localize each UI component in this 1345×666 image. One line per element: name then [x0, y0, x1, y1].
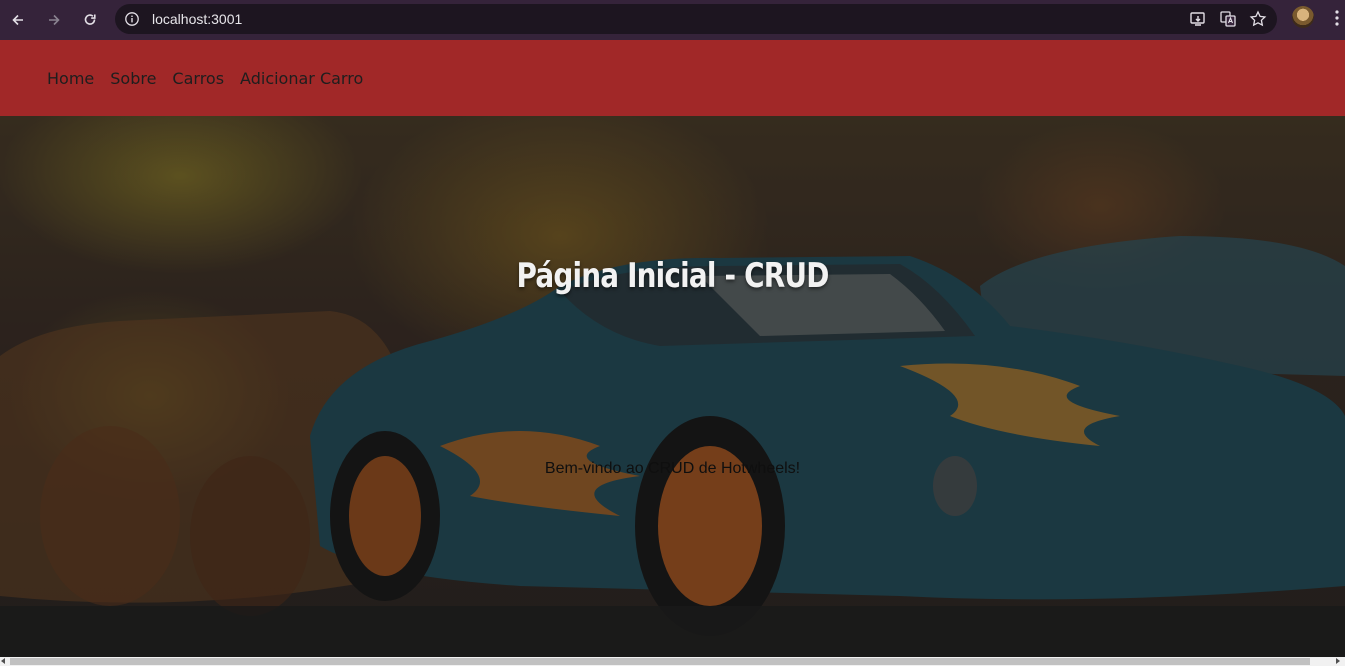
- nav-link-home[interactable]: Home: [47, 69, 94, 88]
- reload-icon: [84, 14, 96, 25]
- hero-dim-overlay: [0, 116, 1345, 657]
- translate-icon[interactable]: [1219, 10, 1237, 28]
- horizontal-scrollbar[interactable]: [0, 657, 1345, 666]
- scrollbar-thumb[interactable]: [10, 658, 1310, 665]
- welcome-text: Bem-vindo ao CRUD de Hotwheels!: [544, 460, 801, 477]
- browser-toolbar: localhost:3001: [0, 0, 1345, 40]
- nav-link-sobre[interactable]: Sobre: [110, 69, 156, 88]
- back-arrow-icon: [12, 14, 23, 26]
- nav-links: Home Sobre Carros Adicionar Carro: [47, 69, 363, 88]
- page-title: Página Inicial - CRUD: [516, 256, 829, 296]
- scroll-right-arrow-icon[interactable]: [1336, 658, 1340, 664]
- hero-section: Página Inicial - CRUD Bem-vindo ao CRUD …: [0, 116, 1345, 657]
- nav-link-adicionar-carro[interactable]: Adicionar Carro: [240, 69, 363, 88]
- forward-arrow-icon: [49, 14, 60, 26]
- url-text[interactable]: localhost:3001: [152, 11, 242, 27]
- install-app-icon[interactable]: [1189, 10, 1207, 28]
- back-button[interactable]: [4, 6, 32, 34]
- menu-kebab-icon[interactable]: [1331, 8, 1343, 28]
- nav-link-carros[interactable]: Carros: [172, 69, 224, 88]
- profile-avatar[interactable]: [1292, 6, 1314, 28]
- reload-button[interactable]: [76, 6, 104, 34]
- site-navbar: Home Sobre Carros Adicionar Carro: [0, 40, 1345, 116]
- address-bar[interactable]: localhost:3001: [115, 4, 1277, 34]
- scroll-left-arrow-icon[interactable]: [1, 658, 5, 664]
- site-info-icon[interactable]: [124, 11, 140, 27]
- forward-button[interactable]: [40, 6, 68, 34]
- bookmark-star-icon[interactable]: [1249, 10, 1267, 28]
